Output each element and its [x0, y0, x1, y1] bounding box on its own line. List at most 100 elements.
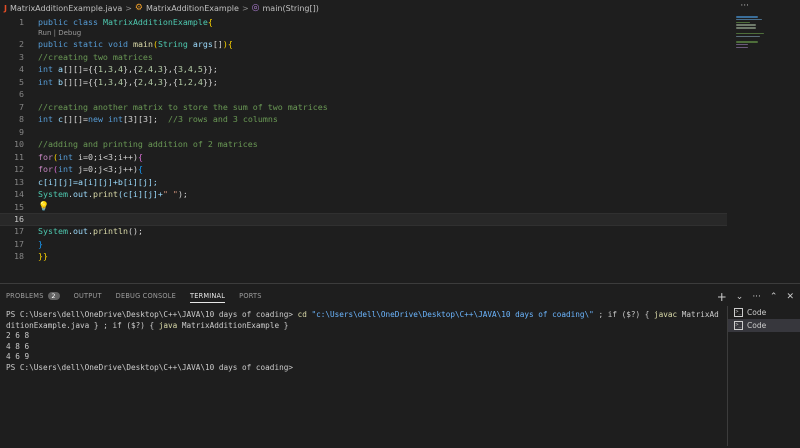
tab-ports[interactable]: PORTS — [239, 292, 261, 302]
more-actions-icon[interactable]: ··· — [740, 1, 749, 11]
code-line: 12 for(int j=0;j<3;j++){ — [0, 163, 727, 175]
code-line: 15 💡 — [0, 201, 727, 213]
breadcrumb-class[interactable]: MatrixAdditionExample — [146, 4, 239, 13]
terminal-icon: >_ — [734, 308, 743, 317]
tab-problems[interactable]: PROBLEMS 2 — [6, 292, 60, 302]
code-token: [] — [212, 39, 223, 49]
close-icon[interactable]: ✕ — [786, 292, 794, 302]
code-token: int — [107, 114, 123, 124]
code-token: " " — [162, 189, 178, 199]
panel-actions: + ⌄ ··· ⌃ ✕ — [717, 290, 794, 304]
terminal-command: cd — [297, 310, 312, 319]
line-number: 17 — [14, 238, 24, 249]
code-token: static — [72, 39, 103, 49]
run-debug-codelens[interactable]: Run | Debug — [38, 29, 81, 37]
code-line: 2 public static void main(String args[])… — [0, 38, 727, 50]
code-token: { — [137, 151, 143, 162]
code-token: (); — [127, 226, 143, 236]
line-number: 3 — [19, 51, 24, 62]
program-output-line: 4 8 6 — [6, 341, 30, 351]
code-token: out — [72, 189, 88, 199]
terminal-instance-label: Code — [747, 321, 767, 330]
more-actions-icon[interactable]: ··· — [752, 292, 761, 302]
line-number: 15 — [14, 201, 24, 212]
code-token: } — [38, 238, 43, 249]
chevron-down-icon[interactable]: ⌄ — [736, 292, 744, 302]
code-statement: c[i][j]=a[i][j]+b[i][j]; — [38, 176, 158, 187]
line-number: 18 — [14, 251, 24, 261]
breadcrumb-method[interactable]: main(String[]) — [263, 4, 319, 13]
code-line: 18 }} — [0, 250, 727, 262]
terminal-text: ; if ($?) { — [593, 310, 654, 319]
line-number: 9 — [19, 126, 24, 137]
code-token: j=0;j<3;j++) — [73, 164, 138, 174]
new-terminal-icon[interactable]: + — [717, 290, 727, 304]
line-number: 12 — [14, 164, 24, 174]
terminal-output[interactable]: PS C:\Users\dell\OneDrive\Desktop\C++\JA… — [6, 310, 722, 373]
code-line-current: 16 — [0, 212, 727, 226]
terminal-string: "c:\Users\dell\OneDrive\Desktop\C++\JAVA… — [311, 310, 594, 319]
code-token: main — [132, 39, 153, 49]
code-token: 2,4,3 — [137, 76, 163, 87]
terminal-prompt: PS C:\Users\dell\OneDrive\Desktop\C++\JA… — [6, 362, 293, 372]
line-number: 13 — [14, 176, 24, 187]
code-token: i=0;i<3;i++) — [73, 151, 138, 162]
maximize-panel-icon[interactable]: ⌃ — [770, 292, 778, 302]
code-token: }}; — [202, 64, 218, 74]
code-comment: //creating another matrix to store the s… — [38, 101, 328, 112]
program-output-line: 4 6 9 — [6, 352, 30, 361]
line-number: 10 — [14, 139, 24, 149]
code-token: println — [92, 226, 128, 236]
code-editor[interactable]: 1 public class MatrixAdditionExample{ Ru… — [0, 16, 727, 283]
code-token: public — [38, 39, 68, 49]
bottom-panel: PROBLEMS 2 OUTPUT DEBUG CONSOLE TERMINAL … — [0, 283, 800, 448]
terminal-instance[interactable]: >_ Code — [728, 319, 800, 332]
minimap[interactable] — [736, 16, 766, 56]
code-line: 17 System.out.println(); — [0, 225, 727, 237]
line-number: 8 — [19, 114, 24, 124]
code-token: int — [58, 151, 73, 162]
code-line: 11 for(int i=0;i<3;i++){ — [0, 151, 727, 163]
code-token: [][]= — [63, 114, 88, 124]
code-comment: //creating two matrices — [38, 51, 153, 62]
code-token: },{ — [162, 76, 178, 87]
line-number: 5 — [19, 76, 24, 87]
code-token: System — [38, 189, 68, 199]
terminal-list: >_ Code >_ Code — [727, 306, 800, 446]
code-line: 13 c[i][j]=a[i][j]+b[i][j]; — [0, 176, 727, 188]
code-token: { — [227, 39, 233, 49]
code-token: }}; — [202, 76, 218, 87]
line-number: 16 — [14, 214, 24, 224]
class-icon: ⚙ — [134, 3, 143, 13]
code-comment: //3 rows and 3 columns — [167, 114, 278, 124]
breadcrumb-file[interactable]: MatrixAdditionExample.java — [10, 4, 122, 13]
code-token: for — [38, 151, 53, 162]
terminal-instance[interactable]: >_ Code — [728, 306, 800, 319]
java-file-icon: J — [4, 3, 7, 13]
code-line: 10 //adding and printing addition of 2 m… — [0, 138, 727, 150]
code-token: int — [38, 114, 53, 124]
code-token: 1,3,4 — [97, 76, 123, 87]
program-output-line: 2 6 8 — [6, 331, 30, 340]
code-token: int — [58, 164, 73, 174]
code-token: },{ — [162, 64, 178, 74]
code-token: int — [38, 64, 53, 74]
line-number: 1 — [19, 17, 24, 27]
tab-output[interactable]: OUTPUT — [74, 292, 102, 302]
code-token: MatrixAdditionExample — [102, 17, 208, 27]
problems-count-badge: 2 — [47, 292, 60, 300]
code-line: 3 //creating two matrices — [0, 51, 727, 63]
lightbulb-icon[interactable]: 💡 — [38, 202, 49, 212]
code-token: for — [38, 164, 53, 174]
code-token: { — [137, 164, 143, 174]
code-token: new — [87, 114, 103, 124]
code-line: 7 //creating another matrix to store the… — [0, 101, 727, 113]
code-token: { — [207, 17, 213, 27]
method-icon: ◎ — [251, 3, 260, 13]
terminal-command: javac — [653, 310, 678, 319]
code-token: 3,4,5 — [177, 64, 203, 74]
tab-terminal[interactable]: TERMINAL — [190, 292, 226, 303]
tab-debug-console[interactable]: DEBUG CONSOLE — [116, 292, 176, 302]
code-line: 14 System.out.print(c[i][j]+" "); — [0, 188, 727, 200]
code-token: args — [192, 39, 213, 49]
